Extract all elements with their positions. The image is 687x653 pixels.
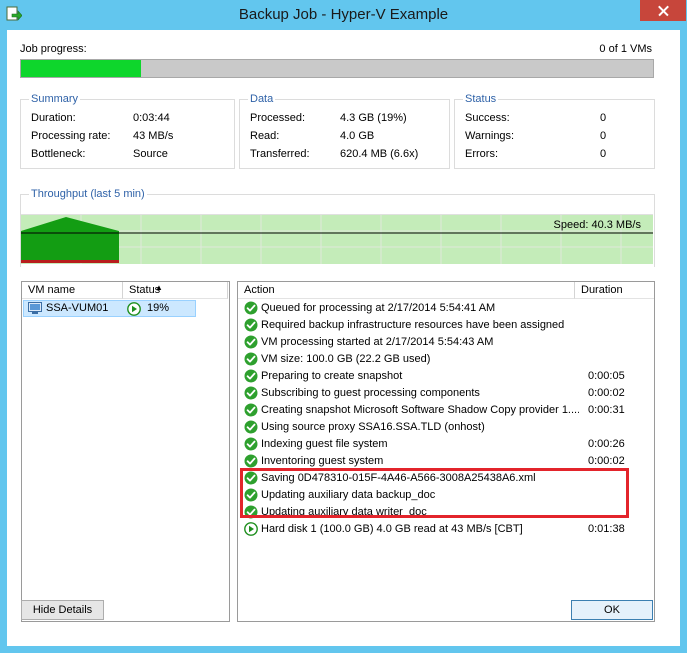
running-icon <box>127 302 141 319</box>
data-value: 4.0 GB <box>340 130 375 142</box>
log-row[interactable]: Creating snapshot Microsoft Software Sha… <box>244 402 664 419</box>
log-duration: 0:01:38 <box>588 523 625 535</box>
status-group: Status Success: 0 Warnings: 0 Errors: 0 <box>454 93 655 169</box>
highlight-box <box>240 468 629 518</box>
log-duration: 0:00:05 <box>588 370 625 382</box>
duration-column-header[interactable]: Duration <box>575 282 654 299</box>
success-check-icon <box>244 454 258 468</box>
success-check-icon <box>244 369 258 383</box>
log-row[interactable]: Queued for processing at 2/17/2014 5:54:… <box>244 300 664 317</box>
status-label: Errors: <box>465 148 498 160</box>
success-check-icon <box>244 420 258 434</box>
status-value: 0 <box>600 130 607 142</box>
log-duration: 0:00:02 <box>588 387 625 399</box>
action-log[interactable]: Action Duration Queued for processing at… <box>237 281 655 622</box>
log-action: VM size: 100.0 GB (22.2 GB used) <box>261 353 431 365</box>
vm-status-column-header[interactable]: Status ▲ <box>123 282 228 299</box>
summary-label: Duration: <box>31 112 76 124</box>
status-label: Success: <box>465 112 510 124</box>
data-label: Read: <box>250 130 280 142</box>
log-action: Creating snapshot Microsoft Software Sha… <box>261 404 579 416</box>
success-check-icon <box>244 403 258 417</box>
job-progress-fill <box>21 60 142 77</box>
job-progress-label: Job progress: <box>20 43 87 55</box>
data-title: Data <box>248 93 276 105</box>
title-bar[interactable]: Backup Job - Hyper-V Example <box>0 0 687 30</box>
log-duration: 0:00:26 <box>588 438 625 450</box>
action-column-header[interactable]: Action <box>238 282 575 299</box>
log-row[interactable]: Indexing guest file system 0:00:26 <box>244 436 664 453</box>
log-row[interactable]: Preparing to create snapshot 0:00:05 <box>244 368 664 385</box>
job-progress-bar <box>20 59 654 78</box>
log-row[interactable]: Subscribing to guest processing componen… <box>244 385 664 402</box>
throughput-title: Throughput (last 5 min) <box>29 188 147 200</box>
data-label: Transferred: <box>250 148 310 160</box>
window-title: Backup Job - Hyper-V Example <box>238 6 449 23</box>
sort-arrow-icon: ▲ <box>155 283 163 292</box>
throughput-chart: Speed: 40.3 MB/s <box>21 214 653 264</box>
success-check-icon <box>244 335 258 349</box>
throughput-speed: Speed: 40.3 MB/s <box>553 219 641 231</box>
log-action: Preparing to create snapshot <box>261 370 403 382</box>
log-action: Required backup infrastructure resources… <box>261 319 565 331</box>
status-title: Status <box>463 93 499 105</box>
hide-details-button[interactable]: Hide Details <box>21 600 104 620</box>
vm-list[interactable]: VM name Status ▲ SSA-VUM01 19% <box>21 281 230 622</box>
job-progress-count: 0 of 1 VMs <box>599 43 652 55</box>
data-group: Data Processed: 4.3 GB (19%) Read: 4.0 G… <box>239 93 450 169</box>
vm-name: SSA-VUM01 <box>46 302 109 314</box>
log-action: VM processing started at 2/17/2014 5:54:… <box>261 336 494 348</box>
log-duration: 0:00:31 <box>588 404 625 416</box>
status-label: Warnings: <box>465 130 515 142</box>
summary-value: 0:03:44 <box>133 112 170 124</box>
success-check-icon <box>244 437 258 451</box>
summary-value: 43 MB/s <box>133 130 174 142</box>
log-row[interactable]: Using source proxy SSA16.SSA.TLD (onhost… <box>244 419 664 436</box>
vm-name-column-header[interactable]: VM name <box>22 282 123 299</box>
summary-value: Source <box>133 148 168 160</box>
vm-icon <box>28 302 42 318</box>
data-value: 4.3 GB (19%) <box>340 112 407 124</box>
log-action: Queued for processing at 2/17/2014 5:54:… <box>261 302 496 314</box>
vm-status-value: 19% <box>147 302 170 314</box>
summary-label: Bottleneck: <box>31 148 86 160</box>
summary-group: Summary Duration: 0:03:44 Processing rat… <box>20 93 235 169</box>
log-action: Indexing guest file system <box>261 438 388 450</box>
success-check-icon <box>244 318 258 332</box>
log-action: Hard disk 1 (100.0 GB) 4.0 GB read at 43… <box>261 523 523 535</box>
data-label: Processed: <box>250 112 306 124</box>
close-button[interactable] <box>640 0 686 21</box>
summary-label: Processing rate: <box>31 130 111 142</box>
data-value: 620.4 MB (6.6x) <box>340 148 419 160</box>
log-row[interactable]: Required backup infrastructure resources… <box>244 317 664 334</box>
success-check-icon <box>244 352 258 366</box>
dialog-client: Job progress: 0 of 1 VMs Summary Duratio… <box>7 30 680 646</box>
vm-row[interactable]: SSA-VUM01 19% <box>23 300 196 317</box>
log-action: Using source proxy SSA16.SSA.TLD (onhost… <box>261 421 485 433</box>
log-row[interactable]: VM size: 100.0 GB (22.2 GB used) <box>244 351 664 368</box>
status-value: 0 <box>600 148 607 160</box>
log-action: Subscribing to guest processing componen… <box>261 387 480 399</box>
status-value: 0 <box>600 112 607 124</box>
running-icon <box>244 522 258 536</box>
log-row[interactable]: Hard disk 1 (100.0 GB) 4.0 GB read at 43… <box>244 521 664 538</box>
success-check-icon <box>244 301 258 315</box>
ok-button[interactable]: OK <box>571 600 653 620</box>
log-row[interactable]: VM processing started at 2/17/2014 5:54:… <box>244 334 664 351</box>
summary-title: Summary <box>29 93 81 105</box>
success-check-icon <box>244 386 258 400</box>
